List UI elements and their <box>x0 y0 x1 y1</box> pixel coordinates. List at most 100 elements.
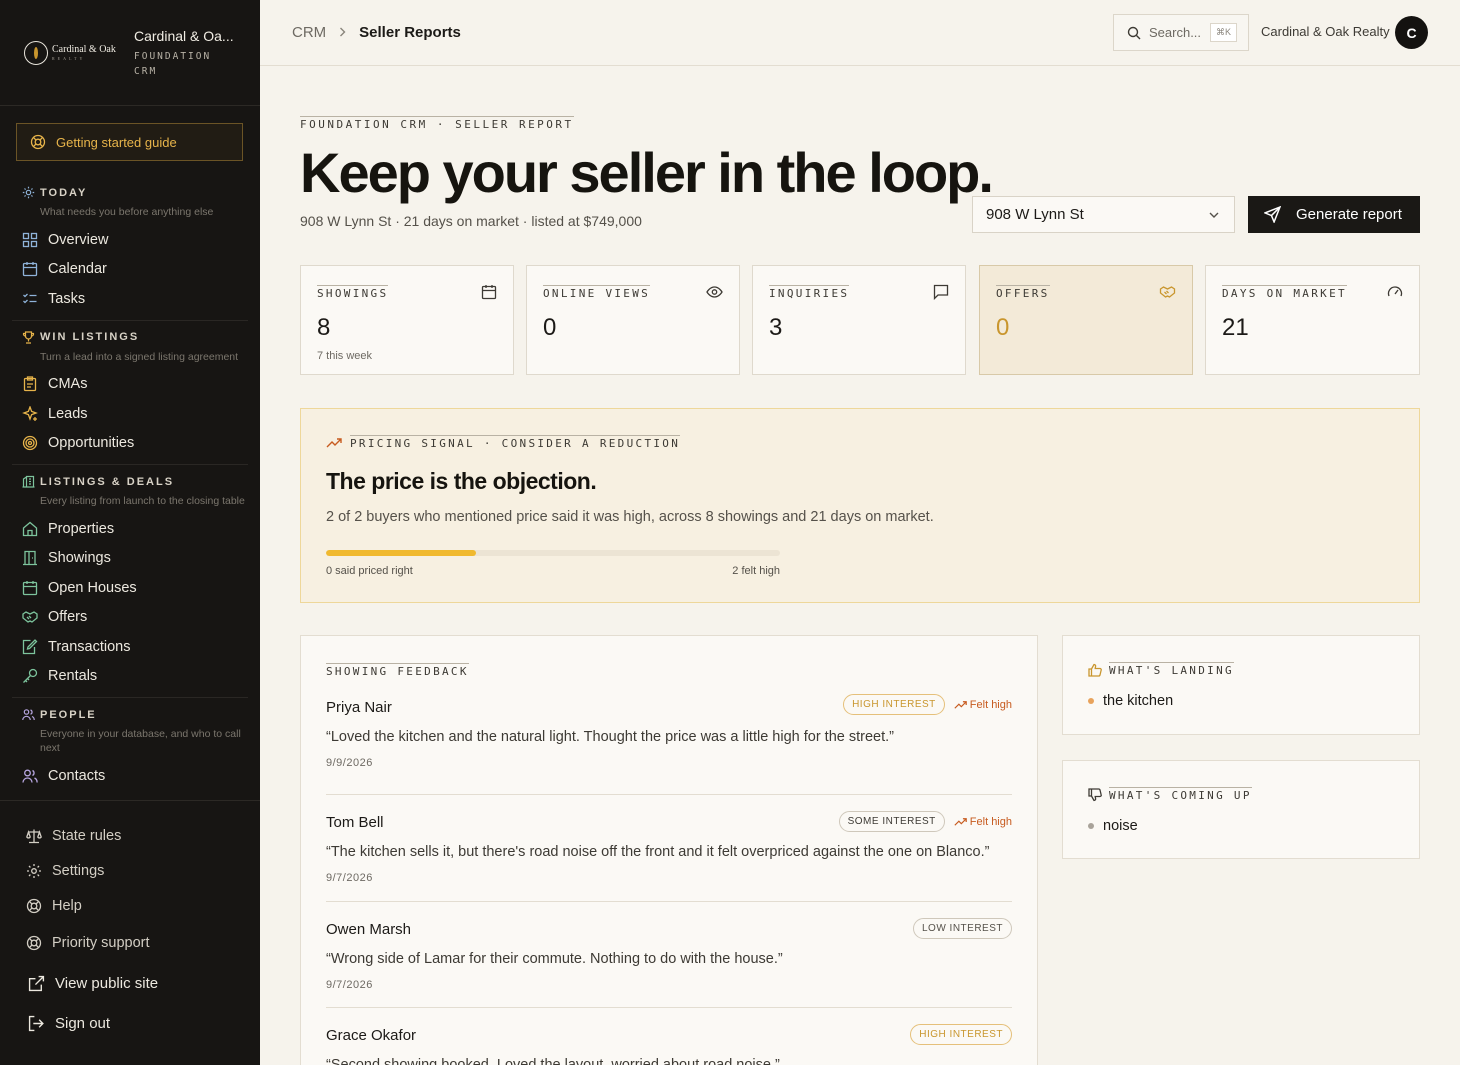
sidebar-item-label: View public site <box>55 974 159 992</box>
feedback-quote: “The kitchen sells it, but there's road … <box>326 844 990 860</box>
sidebar-item-rentals[interactable]: Rentals <box>12 662 248 692</box>
calendar-icon <box>481 285 497 300</box>
sun-icon <box>22 186 35 199</box>
sign-out-button[interactable]: Sign out <box>0 1003 260 1043</box>
feedback-row[interactable]: Grace Okafor HIGH INTEREST “Second showi… <box>326 1008 1012 1065</box>
key-icon <box>23 669 38 684</box>
whats-coming-up-card: WHAT'S COMING UP noise <box>1062 760 1420 859</box>
sidebar-item-label: Rentals <box>48 668 98 685</box>
sidebar-item-overview[interactable]: Overview <box>12 225 248 255</box>
feedback-row[interactable]: Tom Bell SOME INTEREST Felt high “The ki… <box>326 795 1012 902</box>
nav-section-title: WIN LISTINGS <box>40 331 140 343</box>
landing-item-text: the kitchen <box>1103 693 1174 709</box>
send-icon <box>1264 206 1281 223</box>
feedback-date: 9/7/2026 <box>326 872 373 884</box>
lifebuoy-icon <box>26 935 42 951</box>
feedback-row[interactable]: Priya Nair HIGH INTEREST Felt high “Love… <box>326 672 1012 795</box>
sidebar-item-priority-support[interactable]: Priority support <box>0 923 260 963</box>
metric-days-on-market[interactable]: DAYS ON MARKET 21 <box>1205 265 1420 375</box>
sidebar-item-showings[interactable]: Showings <box>12 544 248 574</box>
price-sentiment-bar <box>326 550 780 556</box>
metric-label: DAYS ON MARKET <box>1222 285 1347 300</box>
getting-started-button[interactable]: Getting started guide <box>16 123 243 161</box>
sidebar-item-cmas[interactable]: CMAs <box>12 370 248 400</box>
sidebar-nav[interactable]: TODAY What needs you before anything els… <box>0 176 260 800</box>
document-pen-icon <box>22 638 38 654</box>
door-icon <box>23 551 37 566</box>
thumbs-down-icon <box>1088 787 1102 801</box>
interest-badge: LOW INTEREST <box>912 917 1012 939</box>
sidebar-item-label: Calendar <box>48 261 107 278</box>
view-public-site-link[interactable]: View public site <box>0 963 260 1003</box>
sidebar-item-open-houses[interactable]: Open Houses <box>12 573 248 603</box>
sidebar: Cardinal & Oak REALTY Cardinal & Oa... F… <box>0 0 260 1065</box>
sidebar-item-opportunities[interactable]: Opportunities <box>12 429 248 459</box>
grid-icon <box>22 232 38 247</box>
nav-section-title: LISTINGS & DEALS <box>40 475 175 488</box>
org-name[interactable]: Cardinal & Oak Realty <box>1261 24 1390 39</box>
property-select[interactable]: 908 W Lynn St <box>972 196 1235 233</box>
users-icon <box>22 769 38 783</box>
metric-note: 7 this week <box>317 350 373 362</box>
metrics-row: SHOWINGS 8 7 this week ONLINE VIEWS 0 IN… <box>300 265 1420 375</box>
sidebar-item-settings[interactable]: Settings <box>0 853 260 888</box>
pricing-signal-card: PRICING SIGNAL · CONSIDER A REDUCTION Th… <box>300 408 1420 603</box>
thumbs-up-icon <box>1088 663 1102 677</box>
target-icon <box>22 436 38 451</box>
nav-section-desc: What needs you before anything else <box>40 206 214 218</box>
breadcrumb-crm[interactable]: CRM <box>292 24 326 41</box>
feedback-row[interactable]: Owen Marsh LOW INTEREST “Wrong side of L… <box>326 902 1012 1008</box>
sidebar-item-label: Properties <box>48 520 115 537</box>
landing-eyebrow: WHAT'S LANDING <box>1109 662 1234 677</box>
coming-eyebrow: WHAT'S COMING UP <box>1109 787 1252 802</box>
feedback-name: Grace Okafor <box>326 1027 417 1044</box>
interest-badge: HIGH INTEREST <box>843 694 945 715</box>
sidebar-item-offers[interactable]: Offers <box>12 603 248 633</box>
chevron-right-icon <box>338 24 347 41</box>
metric-offers[interactable]: OFFERS 0 <box>979 265 1193 375</box>
sidebar-item-state-rules[interactable]: State rules <box>0 818 260 853</box>
search-input[interactable]: Search... ⌘K <box>1113 14 1249 51</box>
brand-sub: FOUNDATION CRM <box>134 51 212 77</box>
sidebar-item-label: Showings <box>48 550 111 567</box>
nav-section-today: TODAY What needs you before anything els… <box>12 176 248 321</box>
page-subtitle: 908 W Lynn St · 21 days on market · list… <box>300 213 642 229</box>
signal-text: 2 of 2 buyers who mentioned price said i… <box>326 509 934 525</box>
sidebar-item-help[interactable]: Help <box>0 888 260 923</box>
sidebar-item-contacts[interactable]: Contacts <box>12 761 248 791</box>
landing-item: the kitchen <box>1088 693 1394 709</box>
chevron-down-icon <box>1209 212 1219 218</box>
message-icon <box>933 284 949 300</box>
users-icon <box>22 709 35 721</box>
sidebar-item-label: Tasks <box>48 290 86 307</box>
generate-report-button[interactable]: Generate report <box>1248 196 1420 233</box>
sidebar-item-label: Open Houses <box>48 579 137 596</box>
sidebar-item-label: Contacts <box>48 767 106 784</box>
nav-section-title: TODAY <box>40 186 88 199</box>
metric-value: 8 <box>317 314 331 341</box>
feedback-date: 9/7/2026 <box>326 978 373 991</box>
felt-label: Felt high <box>969 815 1012 828</box>
brand-block[interactable]: Cardinal & Oak REALTY Cardinal & Oa... F… <box>0 0 260 106</box>
trending-up-icon <box>326 437 342 447</box>
sidebar-item-transactions[interactable]: Transactions <box>12 632 248 662</box>
metric-label: INQUIRIES <box>769 285 850 300</box>
nav-section-desc: Everyone in your database, and who to ca… <box>40 728 241 754</box>
interest-badge: HIGH INTEREST <box>910 1024 1012 1045</box>
search-icon <box>1127 26 1141 39</box>
nav-section-title: PEOPLE <box>40 708 97 721</box>
feedback-date: 9/9/2026 <box>326 757 373 769</box>
calendar-icon <box>22 262 38 277</box>
sidebar-item-properties[interactable]: Properties <box>12 514 248 544</box>
metric-showings[interactable]: SHOWINGS 8 7 this week <box>300 265 514 375</box>
sidebar-item-leads[interactable]: Leads <box>12 399 248 429</box>
bar-left-label: 0 said priced right <box>326 565 413 577</box>
calendar-event-icon <box>22 580 38 595</box>
sidebar-item-tasks[interactable]: Tasks <box>12 284 248 314</box>
metric-online-views[interactable]: ONLINE VIEWS 0 <box>526 265 740 375</box>
sidebar-item-label: State rules <box>52 827 122 844</box>
sidebar-item-calendar[interactable]: Calendar <box>12 255 248 285</box>
sidebar-footer: State rules Settings Help Priority suppo… <box>0 800 260 1043</box>
avatar[interactable]: C <box>1395 16 1428 49</box>
metric-inquiries[interactable]: INQUIRIES 3 <box>752 265 966 375</box>
